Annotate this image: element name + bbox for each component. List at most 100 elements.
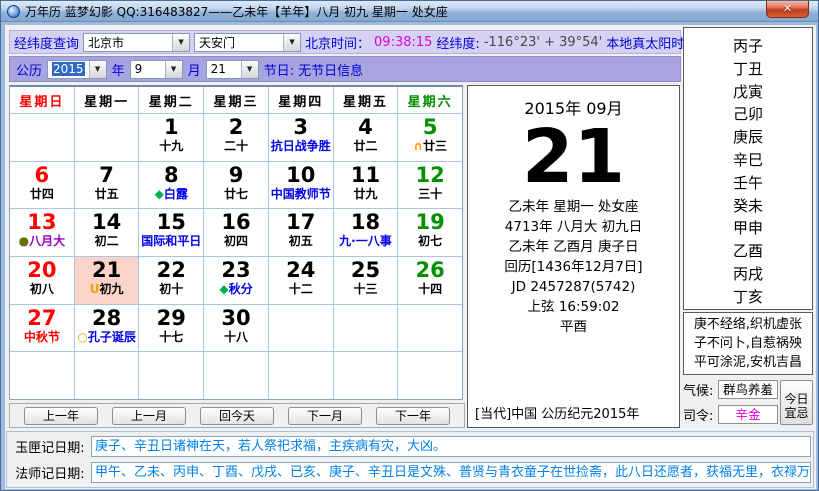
date-bar: 公历 2015 ▼ 年 9 ▼ 月 21 ▼ 节日: 无节日信息	[9, 56, 681, 82]
place-select[interactable]: 天安门 ▼	[194, 33, 301, 52]
day-subtext: 国际和平日	[139, 234, 203, 249]
day-number: 17	[269, 210, 333, 234]
day-number: 13	[10, 210, 74, 234]
calendar-day-cell[interactable]: 15国际和平日	[139, 209, 204, 256]
calendar-day-cell[interactable]: 19初七	[398, 209, 462, 256]
calendar-day-cell[interactable]: 23◆秋分	[204, 257, 269, 304]
siling-value: 辛金	[718, 405, 778, 424]
hour-pillar-item[interactable]: 丙子	[684, 35, 812, 58]
day-subtext: 二十	[204, 139, 268, 154]
calendar-day-cell[interactable]: 8◆白露	[139, 162, 204, 209]
city-select[interactable]: 北京市 ▼	[83, 33, 190, 52]
day-number: 18	[334, 210, 398, 234]
hour-pillar-item[interactable]: 乙酉	[684, 240, 812, 263]
calendar-day-cell[interactable]: 10中国教师节	[269, 162, 334, 209]
calendar-day-cell[interactable]: 26十四	[398, 257, 462, 304]
calendar-day-cell[interactable]: 24十二	[269, 257, 334, 304]
calendar-empty-cell	[75, 352, 140, 399]
calendar-empty-cell	[398, 352, 462, 399]
day-number: 7	[75, 163, 139, 187]
hour-pillar-item[interactable]: 己卯	[684, 103, 812, 126]
day-subtext: 十九	[139, 139, 203, 154]
nav-button-4[interactable]: 下一年	[376, 407, 450, 425]
day-number: 5	[398, 115, 462, 139]
calendar-day-cell[interactable]: 30十八	[204, 305, 269, 352]
title-bar[interactable]: 万年历 蓝梦幻影 QQ:316483827——乙未年【羊年】八月 初九 星期一 …	[1, 1, 818, 22]
calendar-day-cell[interactable]: 2二十	[204, 114, 269, 161]
calendar-day-cell[interactable]: 13●八月大	[10, 209, 75, 256]
geo-bar: 经纬度查询 北京市 ▼ 天安门 ▼ 北京时间： 09:38:15 经纬度: -1…	[9, 30, 681, 54]
calendar-empty-cell	[204, 352, 269, 399]
calendar-day-cell[interactable]: 7廿五	[75, 162, 140, 209]
calendar-day-cell[interactable]: 20初八	[10, 257, 75, 304]
geo-query-label: 经纬度查询	[14, 33, 79, 52]
calendar-day-cell[interactable]: 6廿四	[10, 162, 75, 209]
hour-pillar-item[interactable]: 辛巳	[684, 149, 812, 172]
nav-button-0[interactable]: 上一年	[24, 407, 98, 425]
month-select[interactable]: 9 ▼	[130, 60, 183, 79]
calendar-day-cell[interactable]: 5∩廿三	[398, 114, 462, 161]
calendar-day-cell[interactable]: 1十九	[139, 114, 204, 161]
day-subtext-label: 八月大	[29, 234, 65, 248]
nav-button-2[interactable]: 回今天	[200, 407, 274, 425]
calendar-day-cell[interactable]: 22初十	[139, 257, 204, 304]
calendar-empty-cell	[334, 352, 399, 399]
today-info-line: 回历[1436年12月7日]	[468, 257, 679, 277]
year-select[interactable]: 2015 ▼	[47, 60, 107, 79]
close-button[interactable]: ✕	[766, 1, 809, 18]
day-subtext-label: 初九	[99, 282, 123, 296]
day-subtext-label: 初四	[224, 234, 248, 248]
hour-pillar-item[interactable]: 丁亥	[684, 286, 812, 309]
hour-pillar-item[interactable]: 壬午	[684, 172, 812, 195]
calendar-day-cell[interactable]: 25十三	[334, 257, 399, 304]
month-select-value: 9	[131, 62, 165, 76]
day-number: 6	[10, 163, 74, 187]
day-select[interactable]: 21 ▼	[206, 60, 259, 79]
day-subtext: 九·一八事	[334, 234, 398, 249]
calendar-day-cell[interactable]: 16初四	[204, 209, 269, 256]
hour-pillar-item[interactable]: 丁丑	[684, 58, 812, 81]
day-subtext-label: 十八	[224, 330, 248, 344]
calendar-day-cell[interactable]: 14初二	[75, 209, 140, 256]
calendar-day-cell[interactable]: 11廿九	[334, 162, 399, 209]
day-subtext-label: 抗日战争胜	[271, 139, 331, 153]
calendar-empty-cell	[10, 114, 75, 161]
nav-button-bar: 上一年上一月回今天下一月下一年	[9, 403, 465, 428]
hour-pillar-item[interactable]: 甲申	[684, 217, 812, 240]
climate-label: 气候:	[683, 380, 718, 399]
calendar-day-cell[interactable]: 18九·一八事	[334, 209, 399, 256]
day-number: 23	[204, 258, 268, 282]
day-subtext: 廿七	[204, 187, 268, 202]
calendar-day-cell[interactable]: 29十七	[139, 305, 204, 352]
calendar-day-cell[interactable]: 4廿二	[334, 114, 399, 161]
calendar-day-cell[interactable]: 3抗日战争胜	[269, 114, 334, 161]
nav-button-1[interactable]: 上一月	[112, 407, 186, 425]
day-number: 27	[10, 306, 74, 330]
today-big-day: 21	[468, 119, 679, 195]
calendar-row: 27中秋节28○孔子诞辰29十七30十八	[10, 305, 462, 353]
day-subtext-label: 初十	[159, 282, 183, 296]
calendar-day-cell[interactable]: 17初五	[269, 209, 334, 256]
day-marker-icon: ●	[19, 234, 29, 248]
day-subtext: 十四	[398, 282, 462, 297]
city-select-value: 北京市	[84, 34, 172, 51]
hour-pillar-item[interactable]: 庚辰	[684, 126, 812, 149]
hour-pillar-item[interactable]: 丙戌	[684, 263, 812, 286]
calendar-day-cell[interactable]: 27中秋节	[10, 305, 75, 352]
calendar-empty-cell	[334, 305, 399, 352]
hour-pillar-item[interactable]: 癸未	[684, 195, 812, 218]
day-select-value: 21	[207, 62, 241, 76]
calendar-day-cell[interactable]: 9廿七	[204, 162, 269, 209]
weekday-row: 星期日星期一星期二星期三星期四星期五星期六	[10, 87, 462, 114]
today-yiji-button[interactable]: 今日 宜忌	[780, 380, 813, 425]
calendar-day-cell[interactable]: 12三十	[398, 162, 462, 209]
calendar-day-cell[interactable]: 21U初九	[75, 257, 140, 304]
day-subtext-label: 中国教师节	[271, 187, 331, 201]
day-subtext: ●八月大	[10, 234, 74, 249]
calendar-day-cell[interactable]: 28○孔子诞辰	[75, 305, 140, 352]
app-window: 万年历 蓝梦幻影 QQ:316483827——乙未年【羊年】八月 初九 星期一 …	[0, 0, 819, 491]
proverb-panel: 庚不经络,织机虚张子不问卜,自惹祸殃平可涂泥,安机吉昌	[683, 312, 813, 375]
hour-pillar-item[interactable]: 戊寅	[684, 81, 812, 104]
nav-button-3[interactable]: 下一月	[288, 407, 362, 425]
chevron-down-icon: ▼	[172, 34, 189, 51]
